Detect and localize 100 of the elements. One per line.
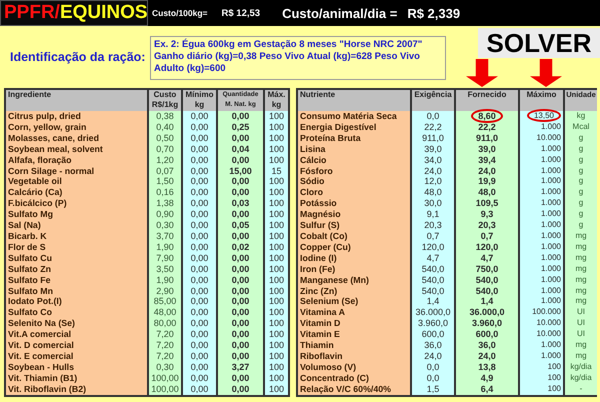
cell-value: 9,3 [480,209,494,220]
table-cell: 100 [264,340,289,351]
column-header: Nutriente [297,89,411,111]
table-cell: Potássio [297,198,411,210]
table-cell: Copper (Cu) [297,242,411,253]
ration-description: Ex. 2: Égua 600kg em Gestação 8 meses "Horse NRC 2007" Ganho diário (kg)=0,38 Peso Vivo Atual (kg)=628 Peso Vivo Adulto (kg)=600 [150,36,446,80]
column-header: Máx. kg [264,89,289,111]
table-cell: 0,00 [182,187,217,198]
table-cell: Selenium (Se) [297,296,411,308]
table-cell: Soybean meal, solvent [5,144,148,155]
cell-value: 10.000 [536,318,561,328]
table-cell: Thiamin [297,340,411,351]
cell-value: 13,8 [478,362,496,372]
table-cell: Vit. D comercial [5,340,148,351]
cell-value: 911,0 [476,132,498,143]
table-cell: 20,3 [411,220,455,231]
table-cell: 0,16 [148,187,182,198]
table-cell: Volumoso (V) [297,362,411,373]
table-cell: 100 [264,209,289,220]
table-cell: UI [564,318,597,330]
table-cell: Manganese (Mn) [297,274,411,286]
table-cell: 0,00 [182,198,217,210]
cell-value: 1.000 [540,286,561,294]
cell-value: 750,0 [476,264,498,274]
table-cell: Bicarb. K [5,230,148,242]
cell-value: 1.000 [540,220,561,230]
daily-cost-value: R$ 2,339 [407,6,460,20]
table-cell: 1,4 [411,296,455,308]
table-cell: Iodato Pot.(I) [5,296,148,308]
table-cell: Flor de S [5,242,148,253]
table-cell: Sulfato Cu [5,252,148,264]
cell-value: 39,0 [478,144,496,154]
cell-value: 1.000 [540,252,561,262]
table-cell: 0,00 [182,209,217,220]
table-cell: Energia Digestível [297,122,411,133]
table-cell: Soybean - Hulls [5,362,148,373]
table-cell: Sulfato Mn [5,286,148,296]
table-cell: 0,00 [217,176,264,188]
cell-value: 1.000 [540,154,561,164]
cell-value: 6,4 [480,384,494,394]
table-cell: Vit. Thiamin (B1) [5,372,148,384]
table-cell: 0,00 [182,296,217,308]
table-cell: g [564,187,597,198]
table-cell: mg [564,340,597,351]
solver-button[interactable]: SOLVER [478,28,600,58]
table-cell: 36.000,0 [411,307,455,318]
table-cell: 80,00 [148,318,182,330]
cell-value: 4,7 [480,252,494,263]
cell-value: 48,0 [478,187,496,198]
table-cell: g [564,220,597,231]
table-cell: 0,00 [217,384,264,396]
table-cell: Vit. Riboflavin (B2) [5,384,148,396]
cell-value: 1.000 [540,296,561,306]
table-cell: 100 [264,318,289,330]
table-cell: 1,38 [148,198,182,210]
table-cell: 0,00 [217,209,264,220]
cell-value: 1.000 [540,166,561,175]
table-cell: 85,00 [148,296,182,308]
cell-value: 600,0 [476,329,498,340]
cell-value: 1.000 [540,350,561,360]
table-cell: Relação V/C 60%/40% [297,384,411,396]
table-cell: 0,00 [217,340,264,351]
table-cell: 100 [264,111,289,122]
table-cell: Vegetable oil [5,176,148,188]
column-header: Máximo [519,89,564,111]
cell-value: 4,9 [480,372,494,383]
cell-value: 1.000 [540,122,561,131]
cell-value: 1,4 [480,296,494,306]
column-header: Ingrediente [5,89,148,111]
cell-value: 0,7 [480,230,494,241]
table-cell: 100 [264,220,289,231]
cell-value: 36.000,0 [469,307,505,318]
table-cell: UI [564,329,597,340]
down-arrow-icon [466,59,498,87]
column-header: Fornecido [455,89,519,111]
table-cell: Selenito Na (Se) [5,318,148,330]
cell-value: 24,0 [478,350,496,361]
table-cell: Concentrado (C) [297,372,411,384]
ration-label: Identificação da ração: [10,50,146,64]
table-cell: 100 [264,329,289,340]
table-cell: 1,5 [411,384,455,396]
app-title: PPFR/EQUINOS [0,0,148,26]
table-cell: 0,00 [217,187,264,198]
cell-value: 39,4 [478,154,496,165]
table-cell: 0,00 [217,296,264,308]
cell-value: 120,0 [476,242,498,252]
cell-value: 1.000 [540,340,561,350]
table-cell: Citrus pulp, dried [5,111,148,122]
table-cell: Iron (Fe) [297,264,411,275]
table-cell: Zinc (Zn) [297,286,411,296]
cell-value: 1.000 [540,264,561,273]
table-cell: Sulfato Mg [5,209,148,220]
table-cell: Corn Silage - normal [5,166,148,176]
cell-value: 1.000 [540,187,561,196]
table-cell: 36,0 [411,340,455,351]
table-cell: Sódio [297,176,411,188]
table-cell: g [564,176,597,188]
table-cell: Calcário (Ca) [5,187,148,198]
table-cell: 0,00 [217,318,264,330]
table-cell: Riboflavin [297,350,411,362]
